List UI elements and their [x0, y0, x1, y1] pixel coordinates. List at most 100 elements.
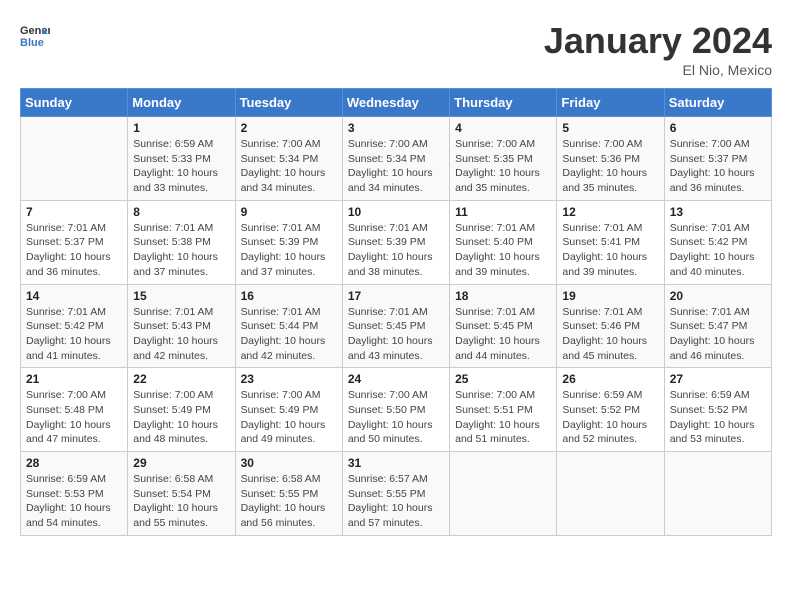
day-number: 1	[133, 121, 229, 135]
day-info: Sunrise: 6:59 AM Sunset: 5:52 PM Dayligh…	[562, 388, 658, 447]
day-cell: 18 Sunrise: 7:01 AM Sunset: 5:45 PM Dayli…	[450, 284, 557, 368]
day-info: Sunrise: 6:59 AM Sunset: 5:52 PM Dayligh…	[670, 388, 766, 447]
day-cell	[664, 452, 771, 536]
day-number: 24	[348, 372, 444, 386]
day-cell: 21Sunrise: 7:00 AM Sunset: 5:48 PM Dayli…	[21, 368, 128, 452]
day-number: 15	[133, 289, 229, 303]
day-info: Sunrise: 7:01 AM Sunset: 5:42 PM Dayligh…	[670, 221, 766, 280]
day-info: Sunrise: 7:00 AM Sunset: 5:35 PM Dayligh…	[455, 137, 551, 196]
day-number: 26	[562, 372, 658, 386]
day-number: 27	[670, 372, 766, 386]
day-cell: 26 Sunrise: 6:59 AM Sunset: 5:52 PM Dayli…	[557, 368, 664, 452]
day-cell	[21, 117, 128, 201]
day-number: 2	[241, 121, 337, 135]
day-cell: 6 Sunrise: 7:00 AM Sunset: 5:37 PM Daylig…	[664, 117, 771, 201]
day-info: Sunrise: 7:00 AM Sunset: 5:50 PM Dayligh…	[348, 388, 444, 447]
day-info: Sunrise: 7:00 AM Sunset: 5:49 PM Dayligh…	[133, 388, 229, 447]
day-cell: 9Sunrise: 7:01 AM Sunset: 5:39 PM Daylig…	[235, 200, 342, 284]
header-cell-wednesday: Wednesday	[342, 89, 449, 117]
day-info: Sunrise: 7:00 AM Sunset: 5:34 PM Dayligh…	[348, 137, 444, 196]
header-cell-saturday: Saturday	[664, 89, 771, 117]
header-cell-friday: Friday	[557, 89, 664, 117]
day-number: 8	[133, 205, 229, 219]
day-info: Sunrise: 6:59 AM Sunset: 5:53 PM Dayligh…	[26, 472, 122, 531]
day-number: 10	[348, 205, 444, 219]
day-number: 4	[455, 121, 551, 135]
day-info: Sunrise: 6:58 AM Sunset: 5:54 PM Dayligh…	[133, 472, 229, 531]
day-cell: 5 Sunrise: 7:00 AM Sunset: 5:36 PM Daylig…	[557, 117, 664, 201]
day-cell: 24 Sunrise: 7:00 AM Sunset: 5:50 PM Dayli…	[342, 368, 449, 452]
week-row-5: 28 Sunrise: 6:59 AM Sunset: 5:53 PM Dayli…	[21, 452, 772, 536]
day-info: Sunrise: 7:01 AM Sunset: 5:45 PM Dayligh…	[348, 305, 444, 364]
day-info: Sunrise: 6:59 AM Sunset: 5:33 PM Dayligh…	[133, 137, 229, 196]
day-number: 5	[562, 121, 658, 135]
day-cell: 27 Sunrise: 6:59 AM Sunset: 5:52 PM Dayli…	[664, 368, 771, 452]
day-cell: 15Sunrise: 7:01 AM Sunset: 5:43 PM Dayli…	[128, 284, 235, 368]
day-info: Sunrise: 7:00 AM Sunset: 5:49 PM Dayligh…	[241, 388, 337, 447]
day-cell: 29 Sunrise: 6:58 AM Sunset: 5:54 PM Dayli…	[128, 452, 235, 536]
day-number: 7	[26, 205, 122, 219]
day-info: Sunrise: 7:01 AM Sunset: 5:45 PM Dayligh…	[455, 305, 551, 364]
day-cell: 25 Sunrise: 7:00 AM Sunset: 5:51 PM Dayli…	[450, 368, 557, 452]
day-info: Sunrise: 7:01 AM Sunset: 5:38 PM Dayligh…	[133, 221, 229, 280]
day-number: 6	[670, 121, 766, 135]
day-number: 3	[348, 121, 444, 135]
day-number: 20	[670, 289, 766, 303]
day-cell: 23 Sunrise: 7:00 AM Sunset: 5:49 PM Dayli…	[235, 368, 342, 452]
day-number: 18	[455, 289, 551, 303]
header-row: SundayMondayTuesdayWednesdayThursdayFrid…	[21, 89, 772, 117]
day-number: 30	[241, 456, 337, 470]
logo-icon: General Blue	[20, 20, 50, 50]
header-cell-tuesday: Tuesday	[235, 89, 342, 117]
day-cell: 10 Sunrise: 7:01 AM Sunset: 5:39 PM Dayli…	[342, 200, 449, 284]
day-cell: 12 Sunrise: 7:01 AM Sunset: 5:41 PM Dayli…	[557, 200, 664, 284]
day-cell: 16Sunrise: 7:01 AM Sunset: 5:44 PM Dayli…	[235, 284, 342, 368]
day-cell: 17 Sunrise: 7:01 AM Sunset: 5:45 PM Dayli…	[342, 284, 449, 368]
day-number: 28	[26, 456, 122, 470]
day-info: Sunrise: 7:00 AM Sunset: 5:51 PM Dayligh…	[455, 388, 551, 447]
day-info: Sunrise: 7:01 AM Sunset: 5:44 PM Dayligh…	[241, 305, 337, 364]
day-info: Sunrise: 7:00 AM Sunset: 5:36 PM Dayligh…	[562, 137, 658, 196]
day-cell: 28 Sunrise: 6:59 AM Sunset: 5:53 PM Dayli…	[21, 452, 128, 536]
day-info: Sunrise: 7:00 AM Sunset: 5:37 PM Dayligh…	[670, 137, 766, 196]
day-info: Sunrise: 7:01 AM Sunset: 5:41 PM Dayligh…	[562, 221, 658, 280]
day-number: 29	[133, 456, 229, 470]
day-cell: 1 Sunrise: 6:59 AM Sunset: 5:33 PM Daylig…	[128, 117, 235, 201]
day-cell: 20 Sunrise: 7:01 AM Sunset: 5:47 PM Dayli…	[664, 284, 771, 368]
day-number: 12	[562, 205, 658, 219]
day-cell: 19Sunrise: 7:01 AM Sunset: 5:46 PM Dayli…	[557, 284, 664, 368]
calendar-table: SundayMondayTuesdayWednesdayThursdayFrid…	[20, 88, 772, 536]
day-info: Sunrise: 7:01 AM Sunset: 5:39 PM Dayligh…	[241, 221, 337, 280]
day-info: Sunrise: 7:00 AM Sunset: 5:34 PM Dayligh…	[241, 137, 337, 196]
header-cell-thursday: Thursday	[450, 89, 557, 117]
day-info: Sunrise: 7:01 AM Sunset: 5:42 PM Dayligh…	[26, 305, 122, 364]
month-title: January 2024	[544, 20, 772, 62]
week-row-1: 1 Sunrise: 6:59 AM Sunset: 5:33 PM Daylig…	[21, 117, 772, 201]
day-number: 14	[26, 289, 122, 303]
day-cell	[450, 452, 557, 536]
header-cell-monday: Monday	[128, 89, 235, 117]
logo: General Blue	[20, 20, 54, 50]
day-info: Sunrise: 7:01 AM Sunset: 5:39 PM Dayligh…	[348, 221, 444, 280]
subtitle: El Nio, Mexico	[544, 62, 772, 78]
day-info: Sunrise: 7:01 AM Sunset: 5:46 PM Dayligh…	[562, 305, 658, 364]
day-cell: 2 Sunrise: 7:00 AM Sunset: 5:34 PM Daylig…	[235, 117, 342, 201]
svg-text:Blue: Blue	[20, 37, 44, 49]
day-cell: 13 Sunrise: 7:01 AM Sunset: 5:42 PM Dayli…	[664, 200, 771, 284]
day-info: Sunrise: 7:01 AM Sunset: 5:40 PM Dayligh…	[455, 221, 551, 280]
day-number: 22	[133, 372, 229, 386]
day-number: 17	[348, 289, 444, 303]
day-cell: 30 Sunrise: 6:58 AM Sunset: 5:55 PM Dayli…	[235, 452, 342, 536]
day-number: 13	[670, 205, 766, 219]
day-cell: 4 Sunrise: 7:00 AM Sunset: 5:35 PM Daylig…	[450, 117, 557, 201]
day-cell: 31Sunrise: 6:57 AM Sunset: 5:55 PM Dayli…	[342, 452, 449, 536]
day-number: 23	[241, 372, 337, 386]
calendar-body: 1 Sunrise: 6:59 AM Sunset: 5:33 PM Daylig…	[21, 117, 772, 536]
day-info: Sunrise: 6:58 AM Sunset: 5:55 PM Dayligh…	[241, 472, 337, 531]
week-row-4: 21Sunrise: 7:00 AM Sunset: 5:48 PM Dayli…	[21, 368, 772, 452]
week-row-3: 14 Sunrise: 7:01 AM Sunset: 5:42 PM Dayli…	[21, 284, 772, 368]
day-number: 25	[455, 372, 551, 386]
day-info: Sunrise: 7:01 AM Sunset: 5:47 PM Dayligh…	[670, 305, 766, 364]
day-cell: 8 Sunrise: 7:01 AM Sunset: 5:38 PM Daylig…	[128, 200, 235, 284]
day-cell: 11Sunrise: 7:01 AM Sunset: 5:40 PM Dayli…	[450, 200, 557, 284]
